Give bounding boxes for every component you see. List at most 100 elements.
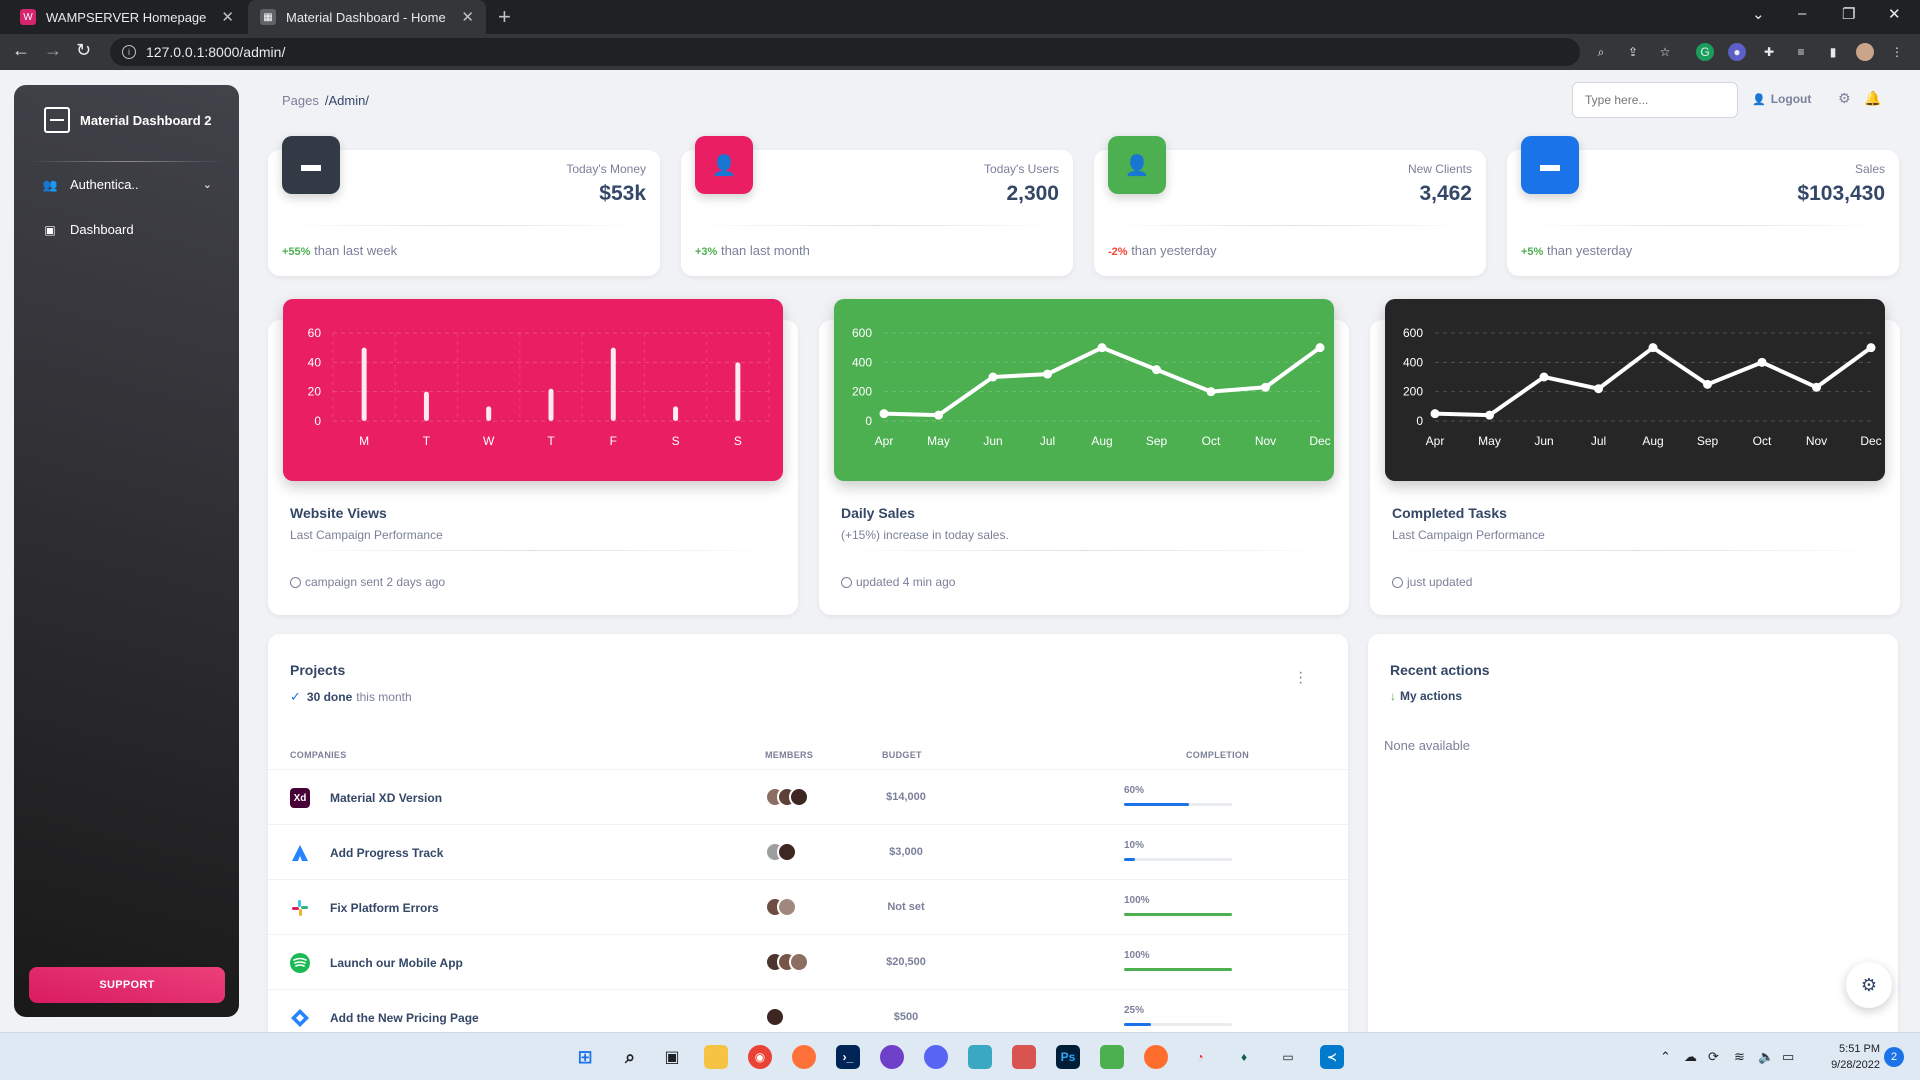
minimize-icon[interactable]: –	[1798, 5, 1806, 22]
y-tick-label: 200	[1403, 385, 1423, 399]
avatar[interactable]	[789, 952, 809, 972]
search-icon[interactable]: ⌕	[618, 1045, 642, 1069]
mongodb-icon[interactable]: ♦	[1232, 1045, 1256, 1069]
progress-bar	[1124, 968, 1232, 971]
bookmark-star-icon[interactable]: ☆	[1656, 43, 1674, 61]
wifi-icon[interactable]: ≋	[1734, 1049, 1745, 1065]
table-row[interactable]: Add Progress Track $3,000 10%	[268, 825, 1348, 880]
cloud-icon[interactable]: ☁	[1684, 1049, 1697, 1065]
app-icon[interactable]	[1144, 1045, 1168, 1069]
github-icon[interactable]	[880, 1045, 904, 1069]
close-window-icon[interactable]: ✕	[1888, 5, 1901, 23]
windows-start-icon[interactable]: ⊞	[573, 1045, 597, 1069]
site-info-icon[interactable]: i	[122, 45, 136, 59]
more-vertical-icon[interactable]: · · ·	[1298, 665, 1303, 691]
stat-card-sales: ▬ Sales $103,430 +5% than yesterday	[1507, 136, 1899, 276]
app-icon[interactable]	[968, 1045, 992, 1069]
avatar[interactable]	[765, 1007, 785, 1027]
system-clock[interactable]: 5:51 PM 9/28/2022	[1810, 1041, 1880, 1073]
progress-bar	[1124, 1023, 1232, 1026]
gear-icon[interactable]: ⚙	[1838, 90, 1851, 107]
powershell-icon[interactable]: ›_	[836, 1045, 860, 1069]
tab-search-icon[interactable]: ⌄	[1752, 5, 1765, 23]
x-tick-label: Oct	[1753, 434, 1772, 448]
side-panel-icon[interactable]: ▮	[1824, 43, 1842, 61]
company-name: Launch our Mobile App	[330, 956, 463, 970]
sidebar-item-dashboard[interactable]: ▣ Dashboard	[42, 222, 212, 237]
grammarly-extension-icon[interactable]: G	[1696, 43, 1714, 61]
remote-desktop-icon[interactable]: ▭	[1276, 1045, 1300, 1069]
back-icon[interactable]: ←	[12, 40, 30, 61]
stat-value: 3,462	[1419, 182, 1472, 205]
company-name: Fix Platform Errors	[330, 901, 439, 915]
file-explorer-icon[interactable]	[704, 1045, 728, 1069]
volume-icon[interactable]: 🔈	[1758, 1049, 1774, 1065]
brand[interactable]: Material Dashboard 2	[44, 107, 212, 133]
photoshop-icon[interactable]: Ps	[1056, 1045, 1080, 1069]
table-row[interactable]: Launch our Mobile App $20,500 100%	[268, 935, 1348, 990]
chart-card-subtitle: Last Campaign Performance	[1392, 528, 1545, 542]
forward-icon[interactable]: →	[44, 40, 62, 61]
support-button[interactable]: SUPPORT	[29, 967, 225, 1003]
notification-badge[interactable]: 2	[1884, 1047, 1904, 1067]
address-bar[interactable]: i 127.0.0.1:8000/admin/	[110, 38, 1580, 66]
x-tick-label: Jun	[983, 434, 1002, 448]
data-point	[1648, 343, 1658, 353]
logout-button[interactable]: 👤 Logout	[1752, 92, 1811, 106]
sync-icon[interactable]: ⟳	[1708, 1049, 1719, 1065]
avatar[interactable]	[777, 842, 797, 862]
projects-done-count: 30 done	[306, 690, 353, 704]
chrome-icon[interactable]: ◉	[748, 1045, 772, 1069]
puzzle-extensions-icon[interactable]: ✚	[1760, 43, 1778, 61]
task-view-icon[interactable]: ▣	[660, 1045, 684, 1069]
stat-card-money: ▬ Today's Money $53k +55% than last week	[268, 136, 660, 276]
zoom-icon[interactable]: ⌕	[1592, 43, 1610, 61]
stat-label: Today's Money	[566, 162, 646, 176]
data-point	[1485, 410, 1494, 420]
table-row[interactable]: Xd Material XD Version $14,000 60%	[268, 770, 1348, 825]
new-tab-icon[interactable]: +	[498, 4, 511, 30]
search-input[interactable]	[1572, 82, 1738, 118]
chevron-up-icon[interactable]: ⌃	[1660, 1049, 1671, 1065]
browser-toolbar: ← → ↻ i 127.0.0.1:8000/admin/ ⌕ ⇪ ☆ G ● …	[0, 34, 1920, 70]
browser-menu-icon[interactable]: ⋮	[1888, 43, 1906, 61]
bar	[610, 347, 616, 421]
extension-icon[interactable]: ●	[1728, 43, 1746, 61]
share-icon[interactable]: ⇪	[1624, 43, 1642, 61]
app-icon[interactable]: ◔	[1188, 1045, 1212, 1069]
close-tab-icon[interactable]: ✕	[221, 8, 234, 26]
avatar[interactable]	[789, 787, 809, 807]
chart-card-subtitle: (+15%) increase in today sales.	[841, 528, 1009, 542]
x-tick-label: Dec	[1309, 434, 1330, 448]
restore-icon[interactable]: ❐	[1842, 5, 1855, 23]
profile-avatar-icon[interactable]	[1856, 43, 1874, 61]
vscode-icon[interactable]: ≺	[1320, 1045, 1344, 1069]
bell-icon[interactable]: 🔔	[1864, 90, 1881, 107]
app-icon[interactable]	[1100, 1045, 1124, 1069]
reload-icon[interactable]: ↻	[76, 40, 91, 61]
close-tab-icon[interactable]: ✕	[461, 8, 474, 26]
sidebar-item-authentication[interactable]: 👥 Authentica.. ⌄	[42, 177, 212, 192]
data-point	[1703, 379, 1712, 389]
battery-icon[interactable]: ▭	[1782, 1049, 1794, 1065]
budget-value: $500	[893, 1011, 919, 1023]
breadcrumb-root[interactable]: Pages	[282, 93, 319, 108]
discord-icon[interactable]	[924, 1045, 948, 1069]
app-icon[interactable]	[1012, 1045, 1036, 1069]
clock-time: 5:51 PM	[1839, 1043, 1880, 1055]
reading-list-icon[interactable]: ≡	[1792, 43, 1810, 61]
stat-label: Today's Users	[984, 162, 1059, 176]
sidebar-item-label: Authentica..	[70, 177, 139, 192]
configurator-gear-button[interactable]: ⚙	[1846, 962, 1892, 1008]
stat-change-text: than last month	[720, 243, 810, 258]
projects-title: Projects	[290, 662, 346, 678]
browser-tab-wampserver[interactable]: W WAMPSERVER Homepage ✕	[8, 0, 246, 34]
firefox-icon[interactable]	[792, 1045, 816, 1069]
table-row[interactable]: Fix Platform Errors Not set 100%	[268, 880, 1348, 935]
browser-tab-dashboard[interactable]: ▦ Material Dashboard - Home ✕	[248, 0, 486, 34]
avatar[interactable]	[777, 897, 797, 917]
x-tick-label: Nov	[1806, 434, 1827, 448]
x-tick-label: Aug	[1091, 434, 1112, 448]
stat-divider	[695, 225, 1059, 226]
stat-value: 2,300	[1006, 182, 1059, 205]
